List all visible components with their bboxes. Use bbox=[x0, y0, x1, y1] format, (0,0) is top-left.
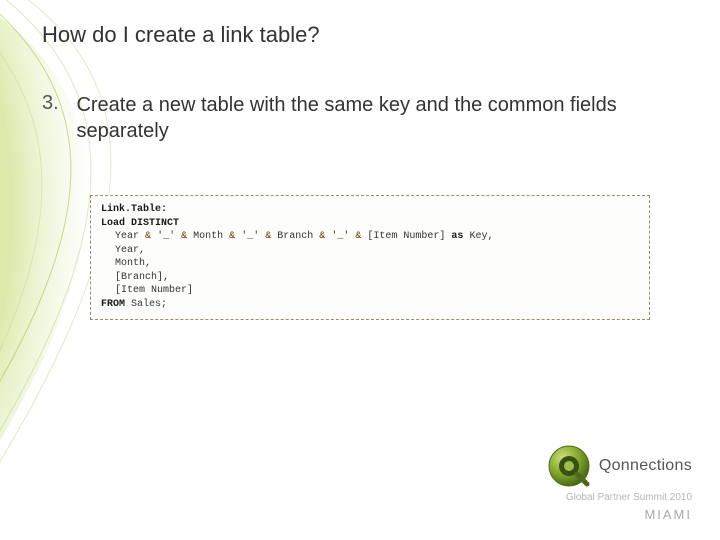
code-token: Sales; bbox=[125, 299, 167, 310]
code-token: & bbox=[319, 231, 325, 242]
code-token: Branch bbox=[277, 231, 313, 242]
slide: How do I create a link table? 3. Create … bbox=[0, 0, 720, 540]
slide-title: How do I create a link table? bbox=[42, 22, 320, 48]
step-text: Create a new table with the same key and… bbox=[76, 92, 636, 144]
code-token: & bbox=[355, 231, 361, 242]
brand-row: Qonnections bbox=[547, 444, 692, 488]
code-line-8: FROM Sales; bbox=[101, 298, 639, 312]
code-token: Month bbox=[193, 231, 223, 242]
code-token: '_' bbox=[157, 231, 175, 242]
code-line-1: Link.Table: bbox=[101, 204, 167, 215]
code-line-6: [Branch], bbox=[101, 271, 639, 285]
code-token: as bbox=[451, 231, 463, 242]
code-token: '_' bbox=[331, 231, 349, 242]
code-token: Year bbox=[115, 231, 139, 242]
code-block: Link.Table: Load DISTINCT Year & '_' & M… bbox=[90, 195, 650, 320]
code-line-7: [Item Number] bbox=[101, 284, 639, 298]
code-token: & bbox=[145, 231, 151, 242]
code-token: FROM bbox=[101, 299, 125, 310]
code-token: & bbox=[229, 231, 235, 242]
code-line-4: Year, bbox=[101, 244, 639, 258]
code-token: '_' bbox=[241, 231, 259, 242]
code-line-3: Year & '_' & Month & '_' & Branch & '_' … bbox=[101, 230, 639, 244]
qlik-logo-icon bbox=[547, 444, 591, 488]
code-token: [Item Number] bbox=[367, 231, 445, 242]
step-number: 3. bbox=[42, 92, 72, 115]
step-block: 3. Create a new table with the same key … bbox=[42, 92, 680, 144]
brand-name: Qonnections bbox=[599, 457, 692, 475]
footer: Qonnections Global Partner Summit 2010 M… bbox=[547, 444, 692, 522]
code-token: & bbox=[265, 231, 271, 242]
footer-city: MIAMI bbox=[547, 507, 692, 522]
code-line-2: Load DISTINCT bbox=[101, 218, 179, 229]
footer-subtitle: Global Partner Summit 2010 bbox=[547, 492, 692, 503]
code-line-5: Month, bbox=[101, 257, 639, 271]
code-token: Key, bbox=[469, 231, 493, 242]
code-token: & bbox=[181, 231, 187, 242]
